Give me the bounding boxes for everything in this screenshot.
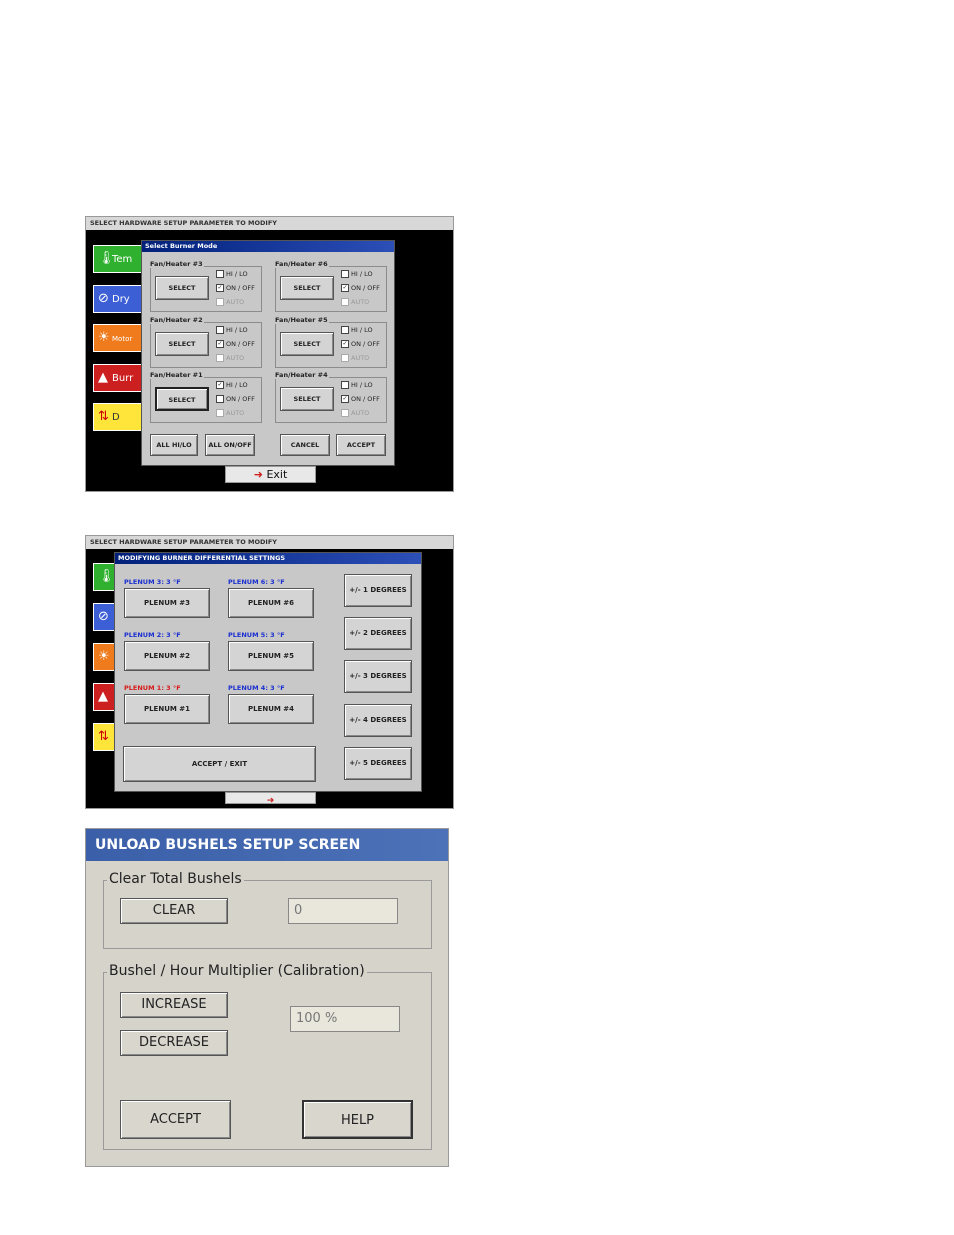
thermometer-icon: 🌡 [98, 251, 115, 266]
screen-title: UNLOAD BUSHELS SETUP SCREEN [86, 829, 448, 861]
auto-checkbox: AUTO [341, 298, 369, 306]
select-button[interactable]: SELECT [155, 387, 209, 411]
dryer-icon: ⊘ [98, 291, 109, 306]
plenum-5-button[interactable]: PLENUM #5 [228, 641, 314, 671]
auto-checkbox: AUTO [216, 409, 244, 417]
exit-arrow-icon: ➜ [253, 468, 263, 481]
onoff-checkbox[interactable]: ✓ ON / OFF [341, 284, 380, 292]
dialog-title: Select Burner Mode [142, 241, 394, 252]
burner-icon: ▲ [98, 689, 108, 704]
fan-heater-6-group: Fan/Heater #6 SELECT HI / LO ✓ ON / OFF A… [274, 260, 387, 312]
plenum-1-label: PLENUM 1: 3 °F [124, 684, 181, 692]
select-button[interactable]: SELECT [280, 387, 334, 411]
plus-minus-3-degrees-button[interactable]: +/- 3 DEGREES [344, 660, 412, 693]
fan-heater-5-group: Fan/Heater #5 SELECT HI / LO ✓ ON / OFF A… [274, 316, 387, 368]
plenum-6-label: PLENUM 6: 3 °F [228, 578, 285, 586]
increase-button[interactable]: INCREASE [120, 992, 228, 1018]
hilo-checkbox[interactable]: HI / LO [216, 326, 248, 334]
hilo-checkbox[interactable]: HI / LO [341, 270, 373, 278]
auto-checkbox: AUTO [216, 298, 244, 306]
burner-differential-screen: SELECT HARDWARE SETUP PARAMETER TO MODIF… [85, 535, 454, 809]
onoff-button[interactable]: ⇅ D [93, 403, 145, 431]
select-burner-mode-dialog: Select Burner Mode Fan/Heater #3 SELECT … [141, 240, 395, 466]
plenum-2-label: PLENUM 2: 3 °F [124, 631, 181, 639]
dryer-icon: ⊘ [98, 609, 109, 624]
dryer-button[interactable]: ⊘ Dry [93, 285, 145, 313]
burner-icon: ▲ [98, 370, 108, 385]
plenum-2-button[interactable]: PLENUM #2 [124, 641, 210, 671]
accept-exit-button[interactable]: ACCEPT / EXIT [123, 746, 316, 782]
plus-minus-4-degrees-button[interactable]: +/- 4 DEGREES [344, 704, 412, 737]
sun-gear-icon: ☀ [98, 649, 110, 664]
help-button[interactable]: HELP [302, 1100, 413, 1139]
screen-header: SELECT HARDWARE SETUP PARAMETER TO MODIF… [86, 217, 453, 230]
multiplier-group: Bushel / Hour Multiplier (Calibration) I… [103, 963, 432, 1150]
clear-total-bushels-group: Clear Total Bushels CLEAR 0 [103, 871, 432, 949]
plus-minus-1-degrees-button[interactable]: +/- 1 DEGREES [344, 574, 412, 607]
temperature-button[interactable]: 🌡Tem [93, 245, 145, 273]
sun-gear-icon: ☀ [98, 330, 110, 345]
accept-button[interactable]: ACCEPT [120, 1100, 231, 1139]
fan-heater-3-group: Fan/Heater #3 SELECT HI / LO ✓ ON / OFF A… [149, 260, 262, 312]
total-bushels-field[interactable]: 0 [288, 898, 398, 924]
plus-minus-5-degrees-button[interactable]: +/- 5 DEGREES [344, 747, 412, 780]
auto-checkbox: AUTO [216, 354, 244, 362]
plenum-6-button[interactable]: PLENUM #6 [228, 588, 314, 618]
motor-button[interactable]: ☀ Motor [93, 324, 145, 352]
plus-minus-2-degrees-button[interactable]: +/- 2 DEGREES [344, 617, 412, 650]
plenum-4-button[interactable]: PLENUM #4 [228, 694, 314, 724]
fan-heater-4-group: Fan/Heater #4 SELECT HI / LO ✓ ON / OFF A… [274, 371, 387, 423]
accept-button[interactable]: ACCEPT [336, 434, 386, 456]
cancel-button[interactable]: CANCEL [280, 434, 330, 456]
hilo-checkbox[interactable]: HI / LO [341, 326, 373, 334]
fan-heater-1-group: Fan/Heater #1 SELECT ✓ HI / LO ON / OFF A… [149, 371, 262, 423]
exit-button[interactable]: ➜ [225, 792, 316, 806]
all-hilo-button[interactable]: ALL HI/LO [150, 434, 198, 456]
auto-checkbox: AUTO [341, 409, 369, 417]
select-button[interactable]: SELECT [280, 332, 334, 356]
clear-button[interactable]: CLEAR [120, 898, 228, 924]
screen-header: SELECT HARDWARE SETUP PARAMETER TO MODIF… [86, 536, 453, 549]
decrease-button[interactable]: DECREASE [120, 1030, 228, 1056]
onoff-checkbox[interactable]: ✓ ON / OFF [216, 284, 255, 292]
onoff-checkbox[interactable]: ✓ ON / OFF [341, 340, 380, 348]
hilo-checkbox[interactable]: HI / LO [216, 270, 248, 278]
dialog-title: MODIFYING BURNER DIFFERENTIAL SETTINGS [115, 553, 421, 564]
auto-checkbox: AUTO [341, 354, 369, 362]
on-off-icon: ⇅ [98, 729, 109, 744]
onoff-checkbox[interactable]: ✓ ON / OFF [216, 340, 255, 348]
plenum-3-button[interactable]: PLENUM #3 [124, 588, 210, 618]
select-button[interactable]: SELECT [155, 276, 209, 300]
exit-button[interactable]: ➜ Exit [225, 466, 316, 483]
hilo-checkbox[interactable]: ✓ HI / LO [216, 381, 248, 389]
on-off-icon: ⇅ [98, 409, 109, 424]
plenum-3-label: PLENUM 3: 3 °F [124, 578, 181, 586]
unload-bushels-screen: UNLOAD BUSHELS SETUP SCREEN Clear Total … [85, 828, 449, 1167]
fan-heater-2-group: Fan/Heater #2 SELECT HI / LO ✓ ON / OFF A… [149, 316, 262, 368]
hilo-checkbox[interactable]: HI / LO [341, 381, 373, 389]
burner-mode-screen: SELECT HARDWARE SETUP PARAMETER TO MODIF… [85, 216, 454, 492]
all-onoff-button[interactable]: ALL ON/OFF [205, 434, 255, 456]
thermometer-icon: 🌡 [98, 569, 115, 584]
plenum-5-label: PLENUM 5: 3 °F [228, 631, 285, 639]
onoff-checkbox[interactable]: ✓ ON / OFF [341, 395, 380, 403]
burner-differential-dialog: MODIFYING BURNER DIFFERENTIAL SETTINGS P… [114, 552, 422, 792]
select-button[interactable]: SELECT [280, 276, 334, 300]
plenum-4-label: PLENUM 4: 3 °F [228, 684, 285, 692]
select-button[interactable]: SELECT [155, 332, 209, 356]
burner-button[interactable]: ▲ Burr [93, 364, 145, 392]
onoff-checkbox[interactable]: ON / OFF [216, 395, 255, 403]
exit-arrow-icon: ➜ [266, 796, 275, 806]
multiplier-field[interactable]: 100 % [290, 1006, 400, 1032]
plenum-1-button[interactable]: PLENUM #1 [124, 694, 210, 724]
